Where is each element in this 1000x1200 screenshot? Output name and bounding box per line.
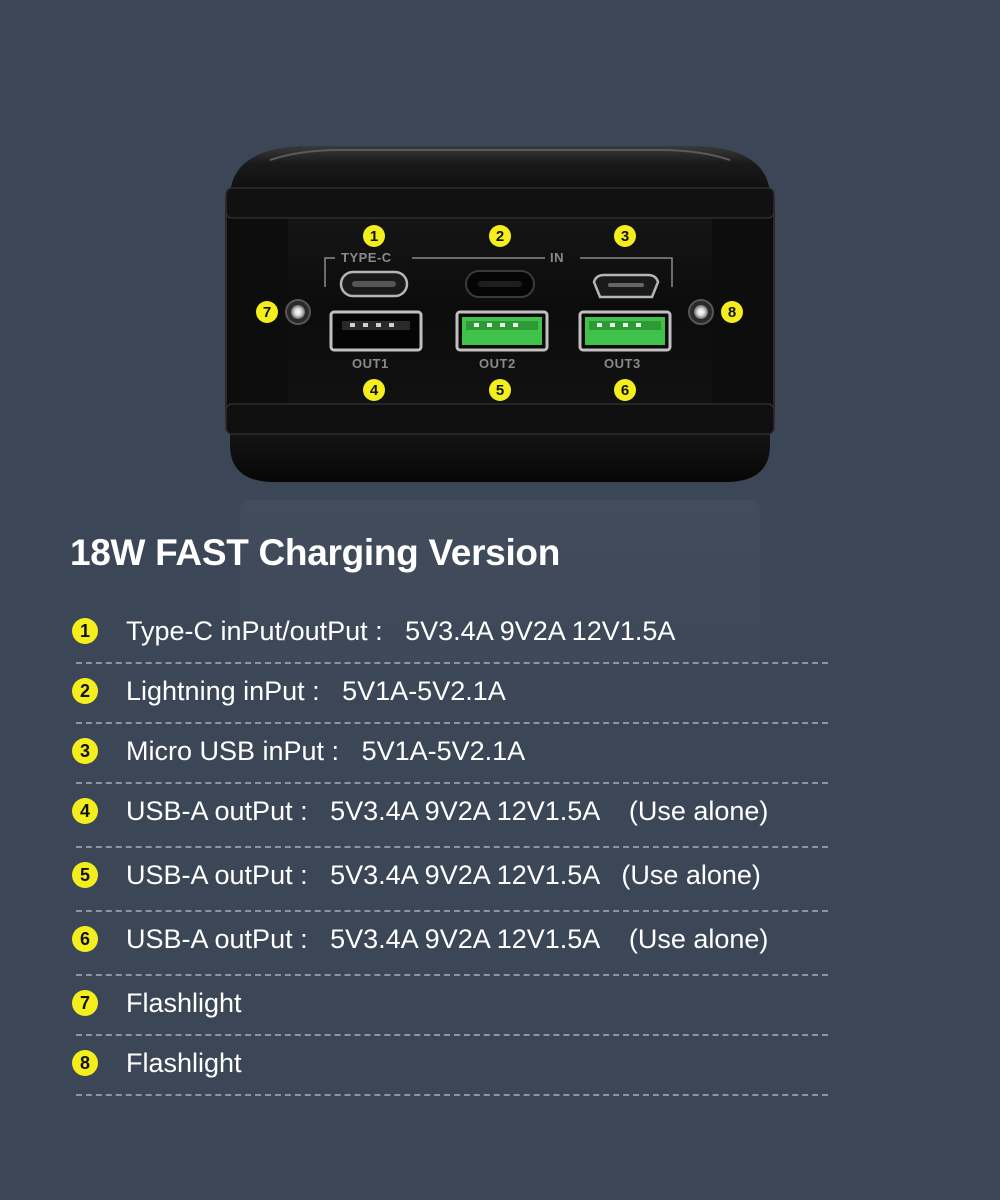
spec-row-3: 3 Micro USB inPut : 5V1A-5V2.1A <box>70 724 840 784</box>
spec-row-8: 8 Flashlight <box>70 1036 840 1096</box>
marker-4: 4 <box>363 379 385 401</box>
spec-number-badge: 8 <box>72 1050 98 1076</box>
marker-1: 1 <box>363 225 385 247</box>
spec-text: Lightning inPut : 5V1A-5V2.1A <box>126 676 506 706</box>
spec-text: Micro USB inPut : 5V1A-5V2.1A <box>126 736 526 766</box>
marker-3: 3 <box>614 225 636 247</box>
out3-label: OUT3 <box>604 356 641 371</box>
spec-row-1: 1 Type-C inPut/outPut : 5V3.4A 9V2A 12V1… <box>70 604 840 664</box>
spec-text: USB-A outPut : 5V3.4A 9V2A 12V1.5A (Use … <box>126 924 769 954</box>
spec-row-7: 7 Flashlight <box>70 976 840 1036</box>
spec-number-badge: 7 <box>72 990 98 1016</box>
power-bank-image: TYPE-C IN OUT1 OUT2 OUT3 1 2 3 4 5 6 7 8 <box>0 0 1000 520</box>
dashed-divider <box>76 1094 828 1096</box>
spec-number-badge: 1 <box>72 618 98 644</box>
spec-row-2: 2 Lightning inPut : 5V1A-5V2.1A <box>70 664 840 724</box>
marker-8: 8 <box>721 301 743 323</box>
marker-5: 5 <box>489 379 511 401</box>
spec-list: 1 Type-C inPut/outPut : 5V3.4A 9V2A 12V1… <box>70 604 840 1096</box>
spec-number-badge: 4 <box>72 798 98 824</box>
spec-number-badge: 3 <box>72 738 98 764</box>
spec-row-6: 6 USB-A outPut : 5V3.4A 9V2A 12V1.5A (Us… <box>70 912 840 976</box>
out1-label: OUT1 <box>352 356 389 371</box>
spec-number-badge: 2 <box>72 678 98 704</box>
marker-6: 6 <box>614 379 636 401</box>
marker-7: 7 <box>256 301 278 323</box>
spec-text: Flashlight <box>126 988 242 1018</box>
spec-row-5: 5 USB-A outPut : 5V3.4A 9V2A 12V1.5A (Us… <box>70 848 840 912</box>
spec-text: USB-A outPut : 5V3.4A 9V2A 12V1.5A (Use … <box>126 796 769 826</box>
input-label: IN <box>550 250 564 265</box>
spec-text: Flashlight <box>126 1048 242 1078</box>
page-title: 18W FAST Charging Version <box>70 532 561 573</box>
power-bank-body <box>225 146 775 482</box>
out2-label: OUT2 <box>479 356 516 371</box>
marker-2: 2 <box>489 225 511 247</box>
spec-row-4: 4 USB-A outPut : 5V3.4A 9V2A 12V1.5A (Us… <box>70 784 840 848</box>
spec-number-badge: 5 <box>72 862 98 888</box>
spec-text: USB-A outPut : 5V3.4A 9V2A 12V1.5A (Use … <box>126 860 761 890</box>
type-c-label: TYPE-C <box>341 250 392 265</box>
spec-text: Type-C inPut/outPut : 5V3.4A 9V2A 12V1.5… <box>126 616 676 646</box>
spec-number-badge: 6 <box>72 926 98 952</box>
